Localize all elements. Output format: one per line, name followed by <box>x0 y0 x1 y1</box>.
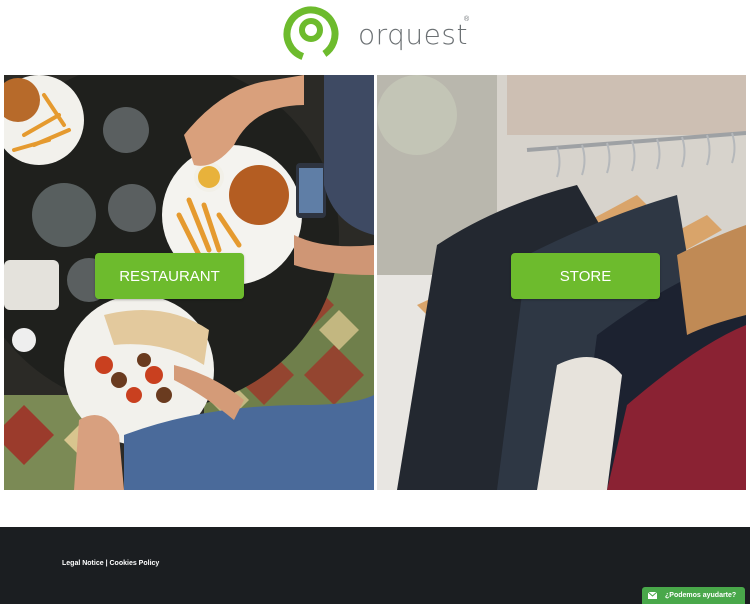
footer-links: Legal Notice | Cookies Policy <box>62 560 159 567</box>
footer: Legal Notice | Cookies Policy ¿Podemos a… <box>0 527 750 604</box>
store-panel[interactable]: STORE <box>377 75 746 490</box>
restaurant-button[interactable]: RESTAURANT <box>95 253 244 299</box>
store-button[interactable]: STORE <box>511 253 660 299</box>
cookies-policy-link[interactable]: Cookies Policy <box>110 560 160 567</box>
help-chat-button[interactable]: ¿Podemos ayudarte? <box>642 587 745 604</box>
footer-separator: | <box>105 560 108 567</box>
orquest-logo[interactable]: orquest ® <box>278 6 470 62</box>
logo-wordmark: orquest <box>358 17 468 51</box>
restaurant-panel[interactable]: RESTAURANT <box>4 75 374 490</box>
logo-registered-mark: ® <box>464 16 470 23</box>
help-chat-label: ¿Podemos ayudarte? <box>665 592 737 599</box>
legal-notice-link[interactable]: Legal Notice <box>62 560 104 567</box>
header: orquest ® <box>0 0 750 75</box>
logo-ring-icon <box>283 6 339 62</box>
mail-icon <box>648 592 657 599</box>
